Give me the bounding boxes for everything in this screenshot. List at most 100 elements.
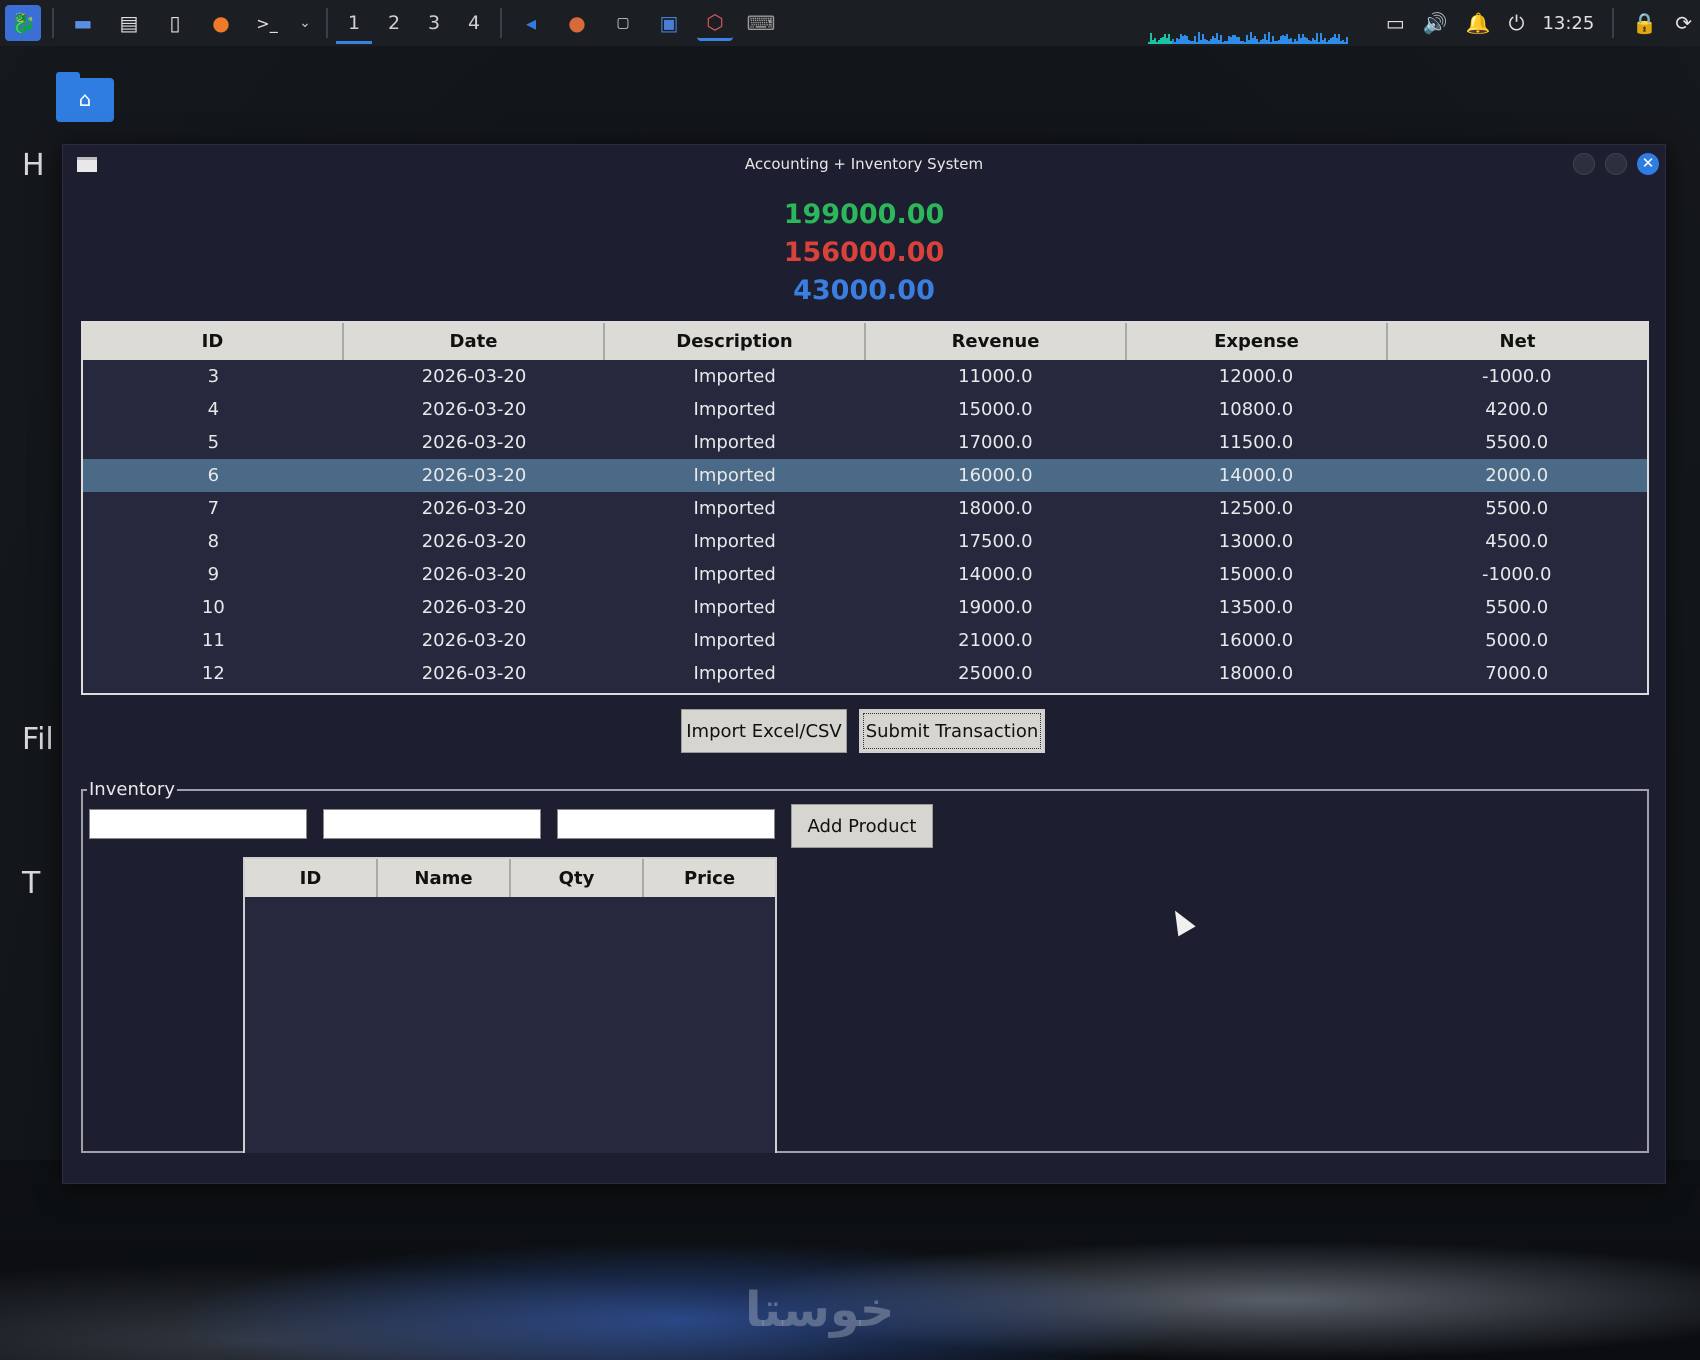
- vscode-task-icon[interactable]: ◂: [513, 5, 549, 41]
- system-tray: ▭ 🔊 🔔 ⏻ 13:25 🔒 ⟳: [1386, 0, 1692, 46]
- table-cell: Imported: [693, 465, 776, 486]
- table-cell: 18000.0: [958, 498, 1033, 519]
- table-cell: 17500.0: [958, 531, 1033, 552]
- table-row[interactable]: 6 2026-03-20 Imported 16000.0 14000.0 2000.0: [83, 459, 1647, 492]
- workspace-4[interactable]: 4: [454, 0, 494, 46]
- table-row[interactable]: 5 2026-03-20 Imported 17000.0 11500.0 5500.0: [83, 426, 1647, 459]
- keyboard-task-icon[interactable]: ⌨: [743, 5, 779, 41]
- display-icon[interactable]: ▭: [1386, 11, 1405, 35]
- table-cell: 4500.0: [1485, 531, 1549, 552]
- taskbar-separator: [52, 8, 54, 38]
- import-excel-csv-button[interactable]: Import Excel/CSV: [681, 709, 847, 753]
- firefox-icon[interactable]: ●: [203, 5, 239, 41]
- column-header-date[interactable]: Date: [344, 323, 605, 360]
- taskbar-separator: [326, 8, 328, 38]
- workspace-1[interactable]: 1: [334, 0, 374, 46]
- table-cell: 5500.0: [1485, 498, 1549, 519]
- kali-menu-icon[interactable]: 🐉: [5, 5, 41, 41]
- lock-icon[interactable]: 🔒: [1632, 11, 1657, 35]
- minimize-button[interactable]: [1573, 153, 1595, 175]
- volume-icon[interactable]: 🔊: [1423, 11, 1448, 35]
- table-cell: Imported: [693, 531, 776, 552]
- table-cell: 16000.0: [958, 465, 1033, 486]
- transactions-table[interactable]: ID Date Description Revenue Expense Net …: [81, 321, 1649, 695]
- table-row[interactable]: 10 2026-03-20 Imported 19000.0 13500.0 5500.0: [83, 591, 1647, 624]
- table-cell: Imported: [693, 564, 776, 585]
- terminal-task-icon[interactable]: ▢: [605, 5, 641, 41]
- python-app-task-icon[interactable]: ⬡: [697, 5, 733, 41]
- table-row[interactable]: 8 2026-03-20 Imported 17500.0 13000.0 4500.0: [83, 525, 1647, 558]
- firefox-task-icon[interactable]: ●: [559, 5, 595, 41]
- taskbar-separator: [1612, 8, 1615, 38]
- table-cell: 5500.0: [1485, 432, 1549, 453]
- table-row[interactable]: 7 2026-03-20 Imported 18000.0 12500.0 5500.0: [83, 492, 1647, 525]
- close-button[interactable]: ✕: [1637, 153, 1659, 175]
- column-header-description[interactable]: Description: [605, 323, 866, 360]
- logout-icon[interactable]: ⟳: [1675, 11, 1692, 35]
- table-cell: -1000.0: [1481, 564, 1552, 585]
- maximize-button[interactable]: [1605, 153, 1627, 175]
- workspace-3[interactable]: 3: [414, 0, 454, 46]
- table-cell: 11: [201, 630, 225, 651]
- table-cell: Imported: [693, 432, 776, 453]
- table-cell: 19000.0: [958, 597, 1033, 618]
- table-cell: Imported: [693, 399, 776, 420]
- table-cell: 2026-03-20: [421, 663, 527, 684]
- table-row[interactable]: 11 2026-03-20 Imported 21000.0 16000.0 5000.0: [83, 624, 1647, 657]
- table-cell: 11500.0: [1218, 432, 1294, 453]
- table-cell: 13500.0: [1218, 597, 1294, 618]
- inventory-column-id[interactable]: ID: [245, 859, 378, 897]
- table-cell: 2026-03-20: [421, 630, 527, 651]
- table-cell: 9: [207, 564, 220, 585]
- table-cell: 7000.0: [1485, 663, 1549, 684]
- desktop-item-label: H: [22, 148, 45, 183]
- inventory-table[interactable]: ID Name Qty Price: [243, 857, 777, 1153]
- table-row[interactable]: 3 2026-03-20 Imported 11000.0 12000.0 -1000.0: [83, 360, 1647, 393]
- network-graph-bar: [1346, 37, 1348, 44]
- submit-transaction-button[interactable]: Submit Transaction: [859, 709, 1045, 753]
- network-graph: [1148, 28, 1353, 44]
- table-cell: Imported: [693, 366, 776, 387]
- terminal-icon[interactable]: >_: [249, 5, 285, 41]
- notification-bell-icon[interactable]: 🔔: [1466, 11, 1491, 35]
- table-cell: 11000.0: [958, 366, 1033, 387]
- table-cell: 5: [207, 432, 220, 453]
- table-cell: 21000.0: [958, 630, 1033, 651]
- product-name-input[interactable]: [323, 809, 541, 839]
- table-row[interactable]: 4 2026-03-20 Imported 15000.0 10800.0 4200.0: [83, 393, 1647, 426]
- inventory-column-name[interactable]: Name: [378, 859, 511, 897]
- file-manager-icon[interactable]: ▤: [111, 5, 147, 41]
- home-icon: ⌂: [78, 87, 92, 111]
- text-editor-icon[interactable]: ▯: [157, 5, 193, 41]
- inventory-column-qty[interactable]: Qty: [511, 859, 644, 897]
- clock[interactable]: 13:25: [1542, 13, 1594, 34]
- table-cell: 12: [201, 663, 225, 684]
- column-header-net[interactable]: Net: [1388, 323, 1647, 360]
- table-cell: 17000.0: [958, 432, 1033, 453]
- window-titlebar[interactable]: Accounting + Inventory System ✕: [63, 145, 1665, 185]
- workspace-2[interactable]: 2: [374, 0, 414, 46]
- table-cell: 14000.0: [1218, 465, 1294, 486]
- column-header-revenue[interactable]: Revenue: [866, 323, 1127, 360]
- column-header-expense[interactable]: Expense: [1127, 323, 1388, 360]
- column-header-id[interactable]: ID: [83, 323, 344, 360]
- table-cell: 16000.0: [1218, 630, 1294, 651]
- total-expense: 156000.00: [783, 237, 945, 268]
- app-window: Accounting + Inventory System ✕ 199000.0…: [62, 144, 1666, 1184]
- inventory-column-price[interactable]: Price: [644, 859, 775, 897]
- power-icon[interactable]: ⏻: [1509, 11, 1525, 35]
- table-cell: 18000.0: [1218, 663, 1294, 684]
- product-id-input[interactable]: [89, 809, 307, 839]
- add-product-button[interactable]: Add Product: [791, 804, 933, 848]
- table-row[interactable]: 12 2026-03-20 Imported 25000.0 18000.0 7000.0: [83, 657, 1647, 690]
- table-cell: 5500.0: [1485, 597, 1549, 618]
- app-task-icon[interactable]: ▣: [651, 5, 687, 41]
- desktop-icon[interactable]: ▬: [65, 5, 101, 41]
- home-folder-icon[interactable]: ⌂: [56, 72, 114, 122]
- table-cell: 4200.0: [1485, 399, 1549, 420]
- table-cell: 12000.0: [1218, 366, 1294, 387]
- table-cell: Imported: [693, 663, 776, 684]
- product-qty-input[interactable]: [557, 809, 775, 839]
- chevron-down-icon[interactable]: ⌄: [295, 5, 315, 41]
- table-row[interactable]: 9 2026-03-20 Imported 14000.0 15000.0 -1000.0: [83, 558, 1647, 591]
